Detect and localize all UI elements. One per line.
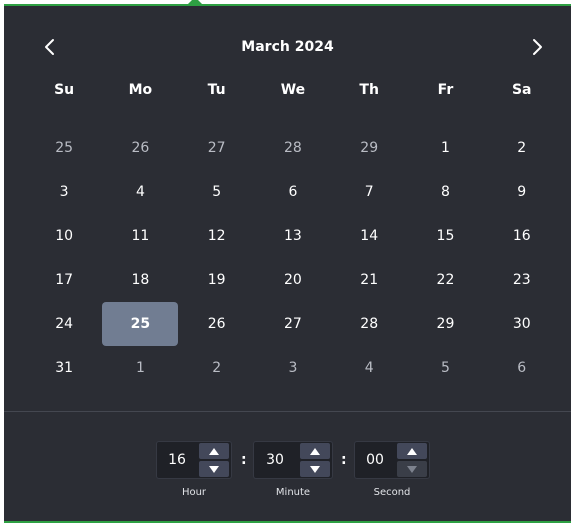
day-cell[interactable]: 18 <box>102 258 178 302</box>
week-row: 31 1 2 3 4 5 6 <box>26 346 560 390</box>
day-cell[interactable]: 7 <box>331 170 407 214</box>
day-cell[interactable]: 12 <box>179 214 255 258</box>
day-cell[interactable]: 14 <box>331 214 407 258</box>
day-cell[interactable]: 2 <box>179 346 255 390</box>
day-cell[interactable]: 8 <box>407 170 483 214</box>
day-cell[interactable]: 5 <box>407 346 483 390</box>
minute-increment-button[interactable] <box>300 443 330 459</box>
prev-month-button[interactable] <box>33 30 67 64</box>
day-cell[interactable]: 4 <box>331 346 407 390</box>
weekday-label: Th <box>359 82 379 98</box>
hour-label: Hour <box>181 487 207 498</box>
week-row: 25 26 27 28 29 1 2 <box>26 126 560 170</box>
day-cell[interactable]: 26 <box>102 126 178 170</box>
weekday-label: Mo <box>128 82 153 98</box>
caret-up-icon <box>407 447 417 455</box>
day-cell[interactable]: 2 <box>484 126 560 170</box>
calendar-grid: 25 26 27 28 29 1 2 3 4 5 6 7 8 9 10 11 12 13 14 15 16 17 18 19 2… <box>26 126 560 390</box>
day-cell[interactable]: 6 <box>255 170 331 214</box>
second-field: 00 <box>354 441 430 479</box>
day-cell[interactable]: 29 <box>331 126 407 170</box>
day-cell[interactable]: 16 <box>484 214 560 258</box>
weekday-label: Fr <box>437 82 454 98</box>
day-cell[interactable]: 27 <box>179 126 255 170</box>
day-number: 25 <box>130 316 151 332</box>
week-row: 10 11 12 13 14 15 16 <box>26 214 560 258</box>
second-spinner <box>395 442 429 478</box>
hour-input[interactable]: 16 <box>157 442 197 478</box>
day-cell[interactable]: 30 <box>484 302 560 346</box>
caret-down-icon <box>310 465 320 473</box>
day-cell[interactable]: 23 <box>484 258 560 302</box>
day-cell-selected[interactable]: 25 <box>102 302 179 346</box>
minute-spinner <box>298 442 332 478</box>
day-cell[interactable]: 28 <box>255 126 331 170</box>
time-picker: 16 : 30 : 00 <box>4 441 571 481</box>
day-cell[interactable]: 5 <box>179 170 255 214</box>
second-input[interactable]: 00 <box>355 442 395 478</box>
caret-up-icon <box>310 447 320 455</box>
caret-down-icon <box>407 465 417 473</box>
caret-down-icon <box>209 465 219 473</box>
hour-increment-button[interactable] <box>199 443 229 459</box>
day-cell[interactable]: 4 <box>102 170 178 214</box>
weekday-label: We <box>280 82 306 98</box>
month-title: March 2024 <box>241 39 334 55</box>
next-month-button[interactable] <box>520 30 554 64</box>
second-increment-button[interactable] <box>397 443 427 459</box>
day-cell[interactable]: 15 <box>407 214 483 258</box>
day-cell[interactable]: 3 <box>26 170 102 214</box>
hour-decrement-button[interactable] <box>199 461 229 477</box>
day-cell[interactable]: 25 <box>26 126 102 170</box>
weekday-label: Su <box>54 82 75 98</box>
day-cell[interactable]: 27 <box>255 302 331 346</box>
date-time-picker: March 2024 Su Mo Tu We Th Fr Sa 25 26 27 28 29 1 2 3 4… <box>4 0 571 523</box>
day-cell[interactable]: 24 <box>26 302 102 346</box>
weekday-row: Su Mo Tu We Th Fr Sa <box>26 82 560 98</box>
day-cell[interactable]: 20 <box>255 258 331 302</box>
day-cell[interactable]: 21 <box>331 258 407 302</box>
time-separator: : <box>241 452 247 468</box>
chevron-right-icon <box>533 39 542 55</box>
day-cell[interactable]: 11 <box>102 214 178 258</box>
weekday-label: Sa <box>511 82 532 98</box>
chevron-left-icon <box>45 39 54 55</box>
week-row: 3456789 <box>26 170 560 214</box>
day-cell[interactable]: 31 <box>26 346 102 390</box>
day-cell[interactable]: 13 <box>255 214 331 258</box>
weekday-label: Tu <box>207 82 226 98</box>
minute-decrement-button[interactable] <box>300 461 330 477</box>
divider <box>4 411 571 412</box>
hour-field: 16 <box>156 441 232 479</box>
day-cell[interactable]: 29 <box>407 302 483 346</box>
day-cell[interactable]: 28 <box>331 302 407 346</box>
day-cell[interactable]: 1 <box>102 346 178 390</box>
second-decrement-button[interactable] <box>397 461 427 477</box>
popover-caret <box>188 0 202 4</box>
minute-field: 30 <box>253 441 333 479</box>
minute-input[interactable]: 30 <box>254 442 296 478</box>
calendar-header: March 2024 <box>4 30 571 64</box>
day-cell[interactable]: 1 <box>407 126 483 170</box>
day-cell[interactable]: 17 <box>26 258 102 302</box>
caret-up-icon <box>209 447 219 455</box>
day-cell[interactable]: 9 <box>484 170 560 214</box>
minute-label: Minute <box>275 487 311 498</box>
day-cell[interactable]: 22 <box>407 258 483 302</box>
second-label: Second <box>373 487 411 498</box>
day-cell[interactable]: 6 <box>484 346 560 390</box>
time-separator: : <box>341 452 347 468</box>
hour-spinner <box>197 442 231 478</box>
day-cell[interactable]: 19 <box>179 258 255 302</box>
day-cell[interactable]: 3 <box>255 346 331 390</box>
day-cell[interactable]: 26 <box>179 302 255 346</box>
week-row: 17 18 19 20 21 22 23 <box>26 258 560 302</box>
week-row: 24 25 26 27 28 29 30 <box>26 302 560 346</box>
day-cell[interactable]: 10 <box>26 214 102 258</box>
